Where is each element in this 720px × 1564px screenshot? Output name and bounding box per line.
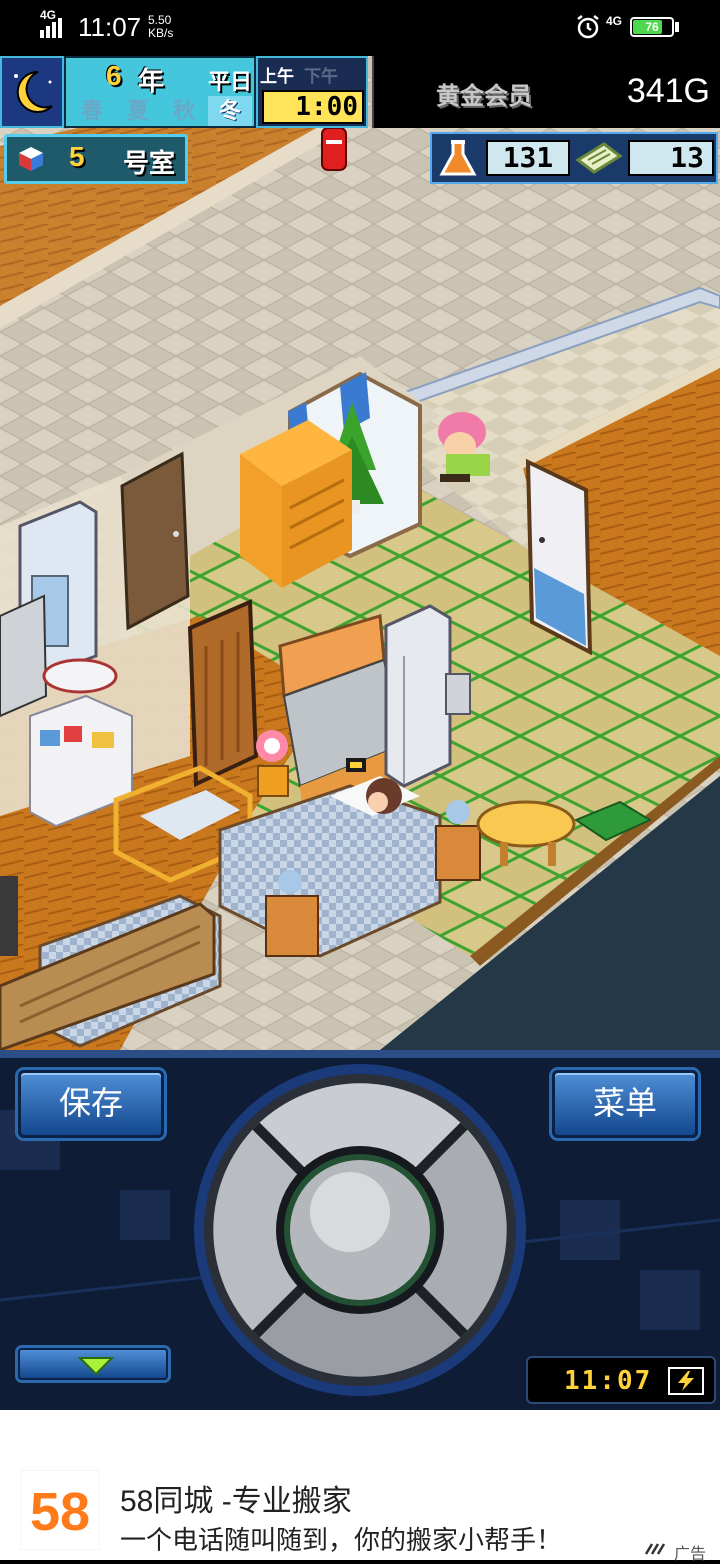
ad-description[interactable]: 一个电话随叫随到，你的搬家小帮手！: [120, 1520, 562, 1557]
room-cube-icon: [19, 147, 43, 171]
menu-button[interactable]: 菜单: [552, 1070, 698, 1138]
room-label: 号室: [123, 148, 176, 178]
tickets-count: 13: [628, 140, 714, 176]
money-value: 341G: [626, 72, 710, 110]
real-time-clock: 11:07: [526, 1356, 716, 1404]
ad-title[interactable]: 58同城 -专业搬家: [120, 1476, 352, 1520]
pm-label: 下午: [304, 67, 338, 86]
year-number: 6: [106, 60, 122, 91]
ad-banner[interactable]: 58 58同城 -专业搬家 一个电话随叫随到，你的搬家小帮手！ 广告: [0, 1410, 720, 1563]
season-winter: 冬: [208, 96, 252, 126]
battery-level: 76: [645, 20, 659, 34]
network-type-left: 4G: [40, 8, 57, 22]
resources-panel: 131 13: [430, 132, 718, 184]
status-time: 11:07: [78, 12, 142, 42]
scroll-down-button[interactable]: [18, 1348, 168, 1380]
down-arrow-icon: [77, 1357, 115, 1376]
alarm-icon: [577, 15, 599, 39]
money-panel: 黄金会员 341G: [372, 56, 720, 128]
ticket-icon: [575, 142, 623, 174]
real-time: 11:07: [564, 1366, 653, 1396]
bolt-icon: [678, 1371, 694, 1391]
battery-icon: 76: [630, 17, 674, 37]
ad-mark-icon: [644, 1543, 666, 1555]
room-number: 5: [69, 141, 85, 172]
season-spring: 春: [80, 98, 103, 123]
status-bar: 4G 11:07 5.50 KB/s 4G 76: [0, 0, 720, 56]
room-indicator[interactable]: 5 号室: [4, 134, 188, 184]
night-indicator: [0, 56, 64, 128]
charging-indicator: [668, 1367, 704, 1395]
controller-panel: 保存 菜单 11:07: [0, 1050, 720, 1410]
membership-label: 黄金会员: [436, 83, 532, 110]
directional-pad[interactable]: [192, 1062, 528, 1398]
game-time: 1:00: [262, 90, 364, 124]
save-button[interactable]: 保存: [18, 1070, 164, 1138]
network-type-right: 4G: [606, 14, 623, 28]
ad-tag-text: 广告: [674, 1546, 707, 1563]
season-autumn: 秋: [172, 98, 195, 123]
season-row: 春 夏 秋 冬: [70, 96, 254, 126]
room-scene[interactable]: [0, 56, 720, 1050]
moon-icon: [14, 70, 53, 113]
game-view[interactable]: 6 年 平日 春 夏 秋 冬 上午 下午 1:00 黄金会员 341G 5 号室: [0, 56, 720, 1050]
clock-panel: 上午 下午 1:00: [256, 56, 368, 128]
day-type: 平日: [208, 69, 253, 94]
year-label: 年: [138, 66, 165, 96]
speed-unit: KB/s: [148, 26, 174, 40]
date-panel: 6 年 平日 春 夏 秋 冬: [64, 56, 256, 128]
season-summer: 夏: [126, 98, 149, 123]
ad-logo-text: 58: [30, 1482, 90, 1542]
flask-icon: [439, 140, 477, 176]
research-points: 131: [486, 140, 570, 176]
ad-logo-icon: 58: [20, 1470, 100, 1550]
network-speed: 5.50 KB/s: [148, 14, 173, 40]
battery-tip: [675, 22, 679, 32]
am-label: 上午: [260, 67, 294, 86]
